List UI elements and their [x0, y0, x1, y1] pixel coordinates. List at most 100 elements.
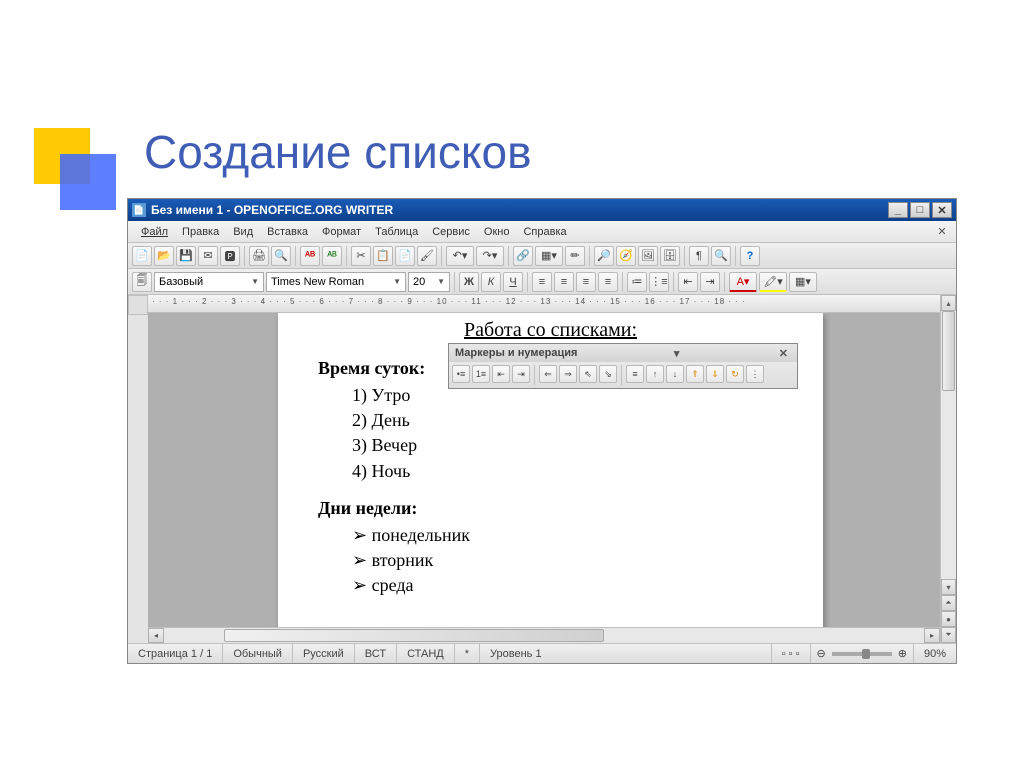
paste-icon[interactable]: 📄 — [395, 246, 415, 266]
indent-inc-icon[interactable]: ⇥ — [700, 272, 720, 292]
new-doc-icon[interactable]: 📄 — [132, 246, 152, 266]
align-left-icon[interactable]: ≡ — [532, 272, 552, 292]
bullet-on-icon[interactable]: •≡ — [452, 365, 470, 383]
floating-toolbar-title[interactable]: Маркеры и нумерация ▾ ✕ — [449, 344, 797, 362]
autospell-icon[interactable]: ᴬᴮ — [322, 246, 342, 266]
menu-file[interactable]: Файл — [134, 223, 175, 241]
scroll-up-icon[interactable]: ▴ — [941, 295, 956, 311]
zoom-in-icon[interactable]: ⊕ — [898, 647, 907, 660]
nav-next-icon[interactable]: ⏷ — [941, 627, 956, 643]
table-icon[interactable]: ▦▾ — [535, 246, 563, 266]
scroll-down-icon[interactable]: ▾ — [941, 579, 956, 595]
sb-mode[interactable]: СТАНД — [397, 644, 455, 663]
zoom-icon[interactable]: 🔍 — [711, 246, 731, 266]
datasource-icon[interactable]: 🗄 — [660, 246, 680, 266]
nav-prev-icon[interactable]: ⏶ — [941, 595, 956, 611]
undo-icon[interactable]: ↶▾ — [446, 246, 474, 266]
scroll-left-icon[interactable]: ◂ — [148, 628, 164, 643]
document-canvas[interactable]: Работа со списками: Время суток: 1) Утро… — [148, 313, 940, 627]
move-down-icon[interactable]: ↓ — [666, 365, 684, 383]
menu-window[interactable]: Окно — [477, 223, 517, 241]
menu-edit[interactable]: Правка — [175, 223, 226, 241]
vertical-scrollbar[interactable]: ▴ ▾ ⏶ ● ⏷ — [940, 295, 956, 643]
copy-icon[interactable]: 📋 — [373, 246, 393, 266]
preview-icon[interactable]: 🔍 — [271, 246, 291, 266]
move-up-icon[interactable]: ↑ — [646, 365, 664, 383]
menubar: Файл Правка Вид Вставка Формат Таблица С… — [128, 221, 956, 243]
zoom-out-icon[interactable]: ⊖ — [817, 647, 826, 660]
bg-color-icon[interactable]: ▦▾ — [789, 272, 817, 292]
scroll-v-track[interactable] — [941, 311, 956, 579]
underline-icon[interactable]: Ч — [503, 272, 523, 292]
insert-unnum-icon[interactable]: ≡ — [626, 365, 644, 383]
gallery-icon[interactable]: 🖼 — [638, 246, 658, 266]
close-button[interactable]: ✕ — [932, 202, 952, 218]
open-icon[interactable]: 📂 — [154, 246, 174, 266]
spellcheck-icon[interactable]: ᴬᴮ — [300, 246, 320, 266]
menu-view[interactable]: Вид — [226, 223, 260, 241]
scroll-right-icon[interactable]: ▸ — [924, 628, 940, 643]
font-name-dropdown[interactable]: Times New Roman▼ — [266, 272, 406, 292]
scroll-h-thumb[interactable] — [224, 629, 604, 642]
numbering-icon[interactable]: ≔ — [627, 272, 647, 292]
move-up-sub-icon[interactable]: ⇑ — [686, 365, 704, 383]
nonprinting-icon[interactable]: ¶ — [689, 246, 709, 266]
demote-icon[interactable]: ⇒ — [559, 365, 577, 383]
outdent-icon[interactable]: ⇤ — [492, 365, 510, 383]
floating-close-icon[interactable]: ✕ — [776, 347, 791, 360]
sb-zoom[interactable]: 90% — [914, 644, 956, 663]
bullets-icon[interactable]: ⋮≡ — [649, 272, 669, 292]
number-on-icon[interactable]: 1≡ — [472, 365, 490, 383]
demote-sub-icon[interactable]: ⇘ — [599, 365, 617, 383]
bold-icon[interactable]: Ж — [459, 272, 479, 292]
indent-icon[interactable]: ⇥ — [512, 365, 530, 383]
indent-dec-icon[interactable]: ⇤ — [678, 272, 698, 292]
menu-tools[interactable]: Сервис — [425, 223, 477, 241]
menu-table[interactable]: Таблица — [368, 223, 425, 241]
paintbrush-icon[interactable]: 🖌 — [417, 246, 437, 266]
menu-insert[interactable]: Вставка — [260, 223, 315, 241]
hyperlink-icon[interactable]: 🔗 — [513, 246, 533, 266]
bullets-dialog-icon[interactable]: ⋮ — [746, 365, 764, 383]
zoom-slider[interactable] — [832, 652, 892, 656]
find-icon[interactable]: 🔎 — [594, 246, 614, 266]
scroll-v-thumb[interactable] — [942, 311, 955, 391]
menu-help[interactable]: Справка — [516, 223, 573, 241]
pdf-icon[interactable]: 🅿 — [220, 246, 240, 266]
horizontal-scrollbar[interactable]: ◂ ▸ — [148, 627, 940, 643]
align-center-icon[interactable]: ≡ — [554, 272, 574, 292]
nav-select-icon[interactable]: ● — [941, 611, 956, 627]
promote-icon[interactable]: ⇐ — [539, 365, 557, 383]
pin-icon[interactable]: ▾ — [671, 347, 683, 360]
navigator-icon[interactable]: 🧭 — [616, 246, 636, 266]
sb-lang[interactable]: Русский — [293, 644, 355, 663]
highlight-icon[interactable]: 🖍▾ — [759, 272, 787, 292]
move-down-sub-icon[interactable]: ⇓ — [706, 365, 724, 383]
doc-close-icon[interactable]: ✕ — [934, 225, 950, 239]
sb-style[interactable]: Обычный — [223, 644, 293, 663]
font-color-icon[interactable]: A▾ — [729, 272, 757, 292]
help-icon[interactable]: ? — [740, 246, 760, 266]
cut-icon[interactable]: ✂ — [351, 246, 371, 266]
print-icon[interactable]: 🖨 — [249, 246, 269, 266]
floating-toolbar-bullets[interactable]: Маркеры и нумерация ▾ ✕ •≡ 1≡ ⇤ ⇥ ⇐ ⇒ ⇖ … — [448, 343, 798, 389]
scroll-h-track[interactable] — [164, 628, 924, 643]
font-size-dropdown[interactable]: 20▼ — [408, 272, 450, 292]
menu-format[interactable]: Формат — [315, 223, 368, 241]
redo-icon[interactable]: ↷▾ — [476, 246, 504, 266]
sb-zoom-controls[interactable]: ⊖ ⊕ — [811, 644, 914, 663]
show-draw-icon[interactable]: ✏ — [565, 246, 585, 266]
sb-insert[interactable]: ВСТ — [355, 644, 397, 663]
align-justify-icon[interactable]: ≡ — [598, 272, 618, 292]
promote-sub-icon[interactable]: ⇖ — [579, 365, 597, 383]
minimize-button[interactable]: _ — [888, 202, 908, 218]
align-right-icon[interactable]: ≡ — [576, 272, 596, 292]
paragraph-style-dropdown[interactable]: Базовый▼ — [154, 272, 264, 292]
save-icon[interactable]: 💾 — [176, 246, 196, 266]
italic-icon[interactable]: К — [481, 272, 501, 292]
maximize-button[interactable]: □ — [910, 202, 930, 218]
sb-view-icons[interactable]: ▫ ▫ ▫ — [772, 644, 811, 663]
restart-num-icon[interactable]: ↻ — [726, 365, 744, 383]
styles-icon[interactable]: 🗐 — [132, 272, 152, 292]
email-icon[interactable]: ✉ — [198, 246, 218, 266]
